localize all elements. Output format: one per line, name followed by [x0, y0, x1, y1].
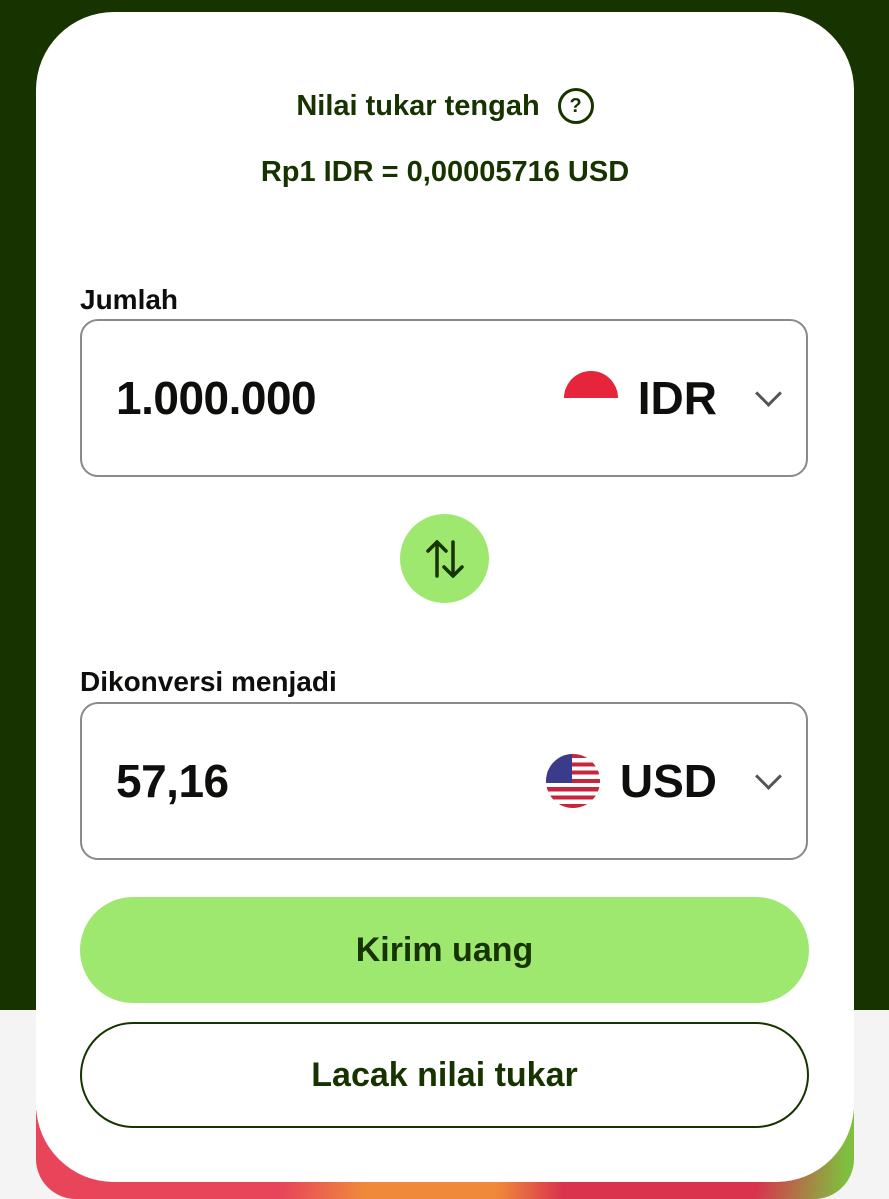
target-currency-code: USD — [619, 755, 717, 807]
track-rate-button[interactable]: Lacak nilai tukar — [80, 1022, 809, 1128]
swap-currencies-button[interactable] — [400, 514, 489, 603]
source-currency-code: IDR — [637, 372, 717, 424]
source-amount-field[interactable]: 1.000.000 IDR — [80, 319, 808, 477]
target-currency-selector[interactable]: USD — [545, 754, 782, 808]
converter-card: Nilai tukar tengah ? Rp1 IDR = 0,0000571… — [36, 12, 854, 1182]
converted-label: Dikonversi menjadi — [80, 666, 337, 697]
usa-flag-icon — [545, 754, 600, 808]
swap-arrows-icon — [425, 539, 464, 578]
mid-market-rate-label: Nilai tukar tengah — [296, 89, 540, 122]
amount-label: Jumlah — [80, 284, 179, 315]
chevron-down-icon — [755, 379, 782, 407]
chevron-down-icon — [755, 762, 782, 790]
help-icon[interactable]: ? — [557, 88, 594, 124]
exchange-rate-value: Rp1 IDR = 0,00005716 USD — [260, 156, 630, 188]
source-currency-selector[interactable]: IDR — [563, 371, 782, 425]
source-amount-input[interactable]: 1.000.000 — [116, 371, 317, 425]
indonesia-flag-icon — [563, 371, 618, 425]
mid-market-rate-header: Nilai tukar tengah ? — [36, 88, 854, 124]
send-money-button[interactable]: Kirim uang — [80, 897, 809, 1003]
target-amount-field[interactable]: 57,16 USD — [80, 702, 808, 860]
target-amount-input[interactable]: 57,16 — [116, 754, 229, 808]
